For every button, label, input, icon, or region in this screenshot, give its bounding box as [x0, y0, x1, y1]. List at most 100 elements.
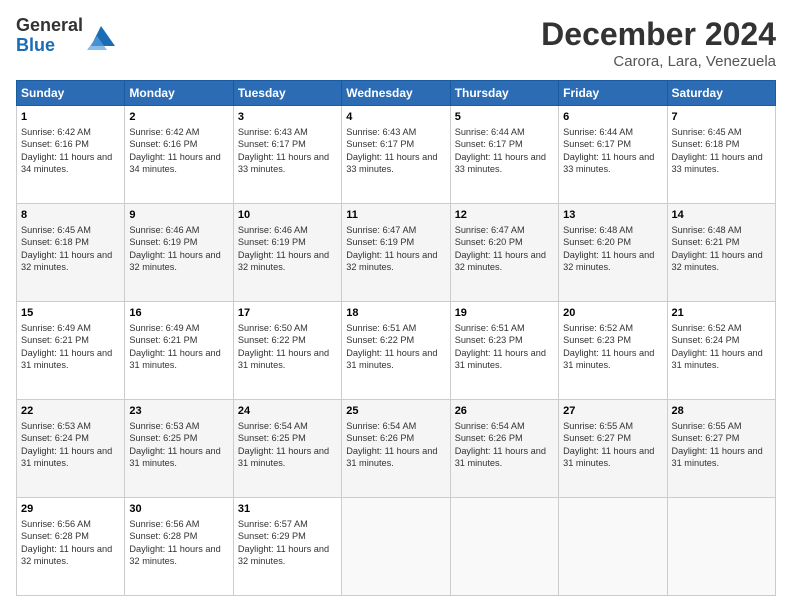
day-number: 16 — [129, 306, 228, 321]
day-number: 17 — [238, 306, 337, 321]
day-info: Sunrise: 6:52 AMSunset: 6:23 PMDaylight:… — [563, 323, 654, 370]
logo-icon — [87, 22, 115, 50]
day-number: 3 — [238, 110, 337, 125]
calendar-cell — [667, 498, 775, 596]
day-info: Sunrise: 6:56 AMSunset: 6:28 PMDaylight:… — [129, 519, 220, 566]
day-number: 12 — [455, 208, 554, 223]
day-info: Sunrise: 6:43 AMSunset: 6:17 PMDaylight:… — [346, 127, 437, 174]
calendar-cell: 30 Sunrise: 6:56 AMSunset: 6:28 PMDayligh… — [125, 498, 233, 596]
day-number: 11 — [346, 208, 445, 223]
day-info: Sunrise: 6:44 AMSunset: 6:17 PMDaylight:… — [563, 127, 654, 174]
calendar-cell — [559, 498, 667, 596]
day-info: Sunrise: 6:55 AMSunset: 6:27 PMDaylight:… — [563, 421, 654, 468]
calendar-header-sunday: Sunday — [17, 81, 125, 106]
calendar-cell: 1Sunrise: 6:42 AMSunset: 6:16 PMDaylight… — [17, 106, 125, 204]
day-info: Sunrise: 6:45 AMSunset: 6:18 PMDaylight:… — [672, 127, 763, 174]
day-number: 23 — [129, 404, 228, 419]
day-number: 6 — [563, 110, 662, 125]
calendar-cell: 18 Sunrise: 6:51 AMSunset: 6:22 PMDayligh… — [342, 302, 450, 400]
day-info: Sunrise: 6:49 AMSunset: 6:21 PMDaylight:… — [129, 323, 220, 370]
day-number: 18 — [346, 306, 445, 321]
calendar-week-row: 1Sunrise: 6:42 AMSunset: 6:16 PMDaylight… — [17, 106, 776, 204]
day-number: 14 — [672, 208, 771, 223]
calendar-cell: 24Sunrise: 6:54 AMSunset: 6:25 PMDayligh… — [233, 400, 341, 498]
calendar-cell: 20 Sunrise: 6:52 AMSunset: 6:23 PMDayligh… — [559, 302, 667, 400]
day-info: Sunrise: 6:51 AMSunset: 6:23 PMDaylight:… — [455, 323, 546, 370]
calendar-header-thursday: Thursday — [450, 81, 558, 106]
day-info: Sunrise: 6:46 AMSunset: 6:19 PMDaylight:… — [129, 225, 220, 272]
calendar-cell: 5Sunrise: 6:44 AMSunset: 6:17 PMDaylight… — [450, 106, 558, 204]
calendar-cell: 3 Sunrise: 6:43 AMSunset: 6:17 PMDaylight… — [233, 106, 341, 204]
calendar-cell: 23 Sunrise: 6:53 AMSunset: 6:25 PMDayligh… — [125, 400, 233, 498]
calendar-table: SundayMondayTuesdayWednesdayThursdayFrid… — [16, 80, 776, 596]
calendar-cell: 9 Sunrise: 6:46 AMSunset: 6:19 PMDaylight… — [125, 204, 233, 302]
day-info: Sunrise: 6:54 AMSunset: 6:26 PMDaylight:… — [455, 421, 546, 468]
calendar-cell: 8Sunrise: 6:45 AMSunset: 6:18 PMDaylight… — [17, 204, 125, 302]
calendar-cell: 12 Sunrise: 6:47 AMSunset: 6:20 PMDayligh… — [450, 204, 558, 302]
day-info: Sunrise: 6:54 AMSunset: 6:26 PMDaylight:… — [346, 421, 437, 468]
calendar-cell: 15Sunrise: 6:49 AMSunset: 6:21 PMDayligh… — [17, 302, 125, 400]
day-number: 2 — [129, 110, 228, 125]
logo-blue: Blue — [16, 36, 83, 56]
calendar-cell: 6 Sunrise: 6:44 AMSunset: 6:17 PMDaylight… — [559, 106, 667, 204]
calendar-cell: 2Sunrise: 6:42 AMSunset: 6:16 PMDaylight… — [125, 106, 233, 204]
calendar-cell: 26 Sunrise: 6:54 AMSunset: 6:26 PMDayligh… — [450, 400, 558, 498]
day-number: 7 — [672, 110, 771, 125]
day-number: 10 — [238, 208, 337, 223]
day-info: Sunrise: 6:45 AMSunset: 6:18 PMDaylight:… — [21, 225, 112, 272]
calendar-cell: 28 Sunrise: 6:55 AMSunset: 6:27 PMDayligh… — [667, 400, 775, 498]
calendar-cell: 16 Sunrise: 6:49 AMSunset: 6:21 PMDayligh… — [125, 302, 233, 400]
day-info: Sunrise: 6:46 AMSunset: 6:19 PMDaylight:… — [238, 225, 329, 272]
day-info: Sunrise: 6:54 AMSunset: 6:25 PMDaylight:… — [238, 421, 329, 468]
day-number: 13 — [563, 208, 662, 223]
day-number: 31 — [238, 502, 337, 517]
day-info: Sunrise: 6:50 AMSunset: 6:22 PMDaylight:… — [238, 323, 329, 370]
calendar-header-monday: Monday — [125, 81, 233, 106]
day-info: Sunrise: 6:53 AMSunset: 6:25 PMDaylight:… — [129, 421, 220, 468]
calendar-cell: 13 Sunrise: 6:48 AMSunset: 6:20 PMDayligh… — [559, 204, 667, 302]
calendar-cell: 22 Sunrise: 6:53 AMSunset: 6:24 PMDayligh… — [17, 400, 125, 498]
day-info: Sunrise: 6:48 AMSunset: 6:20 PMDaylight:… — [563, 225, 654, 272]
day-number: 29 — [21, 502, 120, 517]
calendar-cell: 21 Sunrise: 6:52 AMSunset: 6:24 PMDayligh… — [667, 302, 775, 400]
day-info: Sunrise: 6:44 AMSunset: 6:17 PMDaylight:… — [455, 127, 546, 174]
calendar-cell — [450, 498, 558, 596]
day-number: 15 — [21, 306, 120, 321]
day-info: Sunrise: 6:47 AMSunset: 6:19 PMDaylight:… — [346, 225, 437, 272]
title-block: December 2024 Carora, Lara, Venezuela — [541, 16, 776, 70]
day-number: 28 — [672, 404, 771, 419]
location: Carora, Lara, Venezuela — [541, 53, 776, 70]
day-info: Sunrise: 6:53 AMSunset: 6:24 PMDaylight:… — [21, 421, 112, 468]
calendar-cell: 19 Sunrise: 6:51 AMSunset: 6:23 PMDayligh… — [450, 302, 558, 400]
day-number: 26 — [455, 404, 554, 419]
day-info: Sunrise: 6:43 AMSunset: 6:17 PMDaylight:… — [238, 127, 329, 174]
day-info: Sunrise: 6:52 AMSunset: 6:24 PMDaylight:… — [672, 323, 763, 370]
logo-general: General — [16, 16, 83, 36]
day-number: 30 — [129, 502, 228, 517]
header: General Blue December 2024 Carora, Lara,… — [16, 16, 776, 70]
day-number: 9 — [129, 208, 228, 223]
day-info: Sunrise: 6:42 AMSunset: 6:16 PMDaylight:… — [21, 127, 112, 174]
calendar-cell: 29 Sunrise: 6:56 AMSunset: 6:28 PMDayligh… — [17, 498, 125, 596]
day-number: 27 — [563, 404, 662, 419]
day-number: 22 — [21, 404, 120, 419]
calendar-cell: 4 Sunrise: 6:43 AMSunset: 6:17 PMDaylight… — [342, 106, 450, 204]
day-info: Sunrise: 6:47 AMSunset: 6:20 PMDaylight:… — [455, 225, 546, 272]
calendar-week-row: 29 Sunrise: 6:56 AMSunset: 6:28 PMDayligh… — [17, 498, 776, 596]
calendar-cell: 10 Sunrise: 6:46 AMSunset: 6:19 PMDayligh… — [233, 204, 341, 302]
day-info: Sunrise: 6:56 AMSunset: 6:28 PMDaylight:… — [21, 519, 112, 566]
day-info: Sunrise: 6:51 AMSunset: 6:22 PMDaylight:… — [346, 323, 437, 370]
day-number: 20 — [563, 306, 662, 321]
calendar-week-row: 8Sunrise: 6:45 AMSunset: 6:18 PMDaylight… — [17, 204, 776, 302]
day-info: Sunrise: 6:55 AMSunset: 6:27 PMDaylight:… — [672, 421, 763, 468]
calendar-header-friday: Friday — [559, 81, 667, 106]
calendar-cell: 31Sunrise: 6:57 AMSunset: 6:29 PMDayligh… — [233, 498, 341, 596]
calendar-cell: 17 Sunrise: 6:50 AMSunset: 6:22 PMDayligh… — [233, 302, 341, 400]
day-number: 19 — [455, 306, 554, 321]
day-number: 21 — [672, 306, 771, 321]
day-number: 4 — [346, 110, 445, 125]
calendar-header-row: SundayMondayTuesdayWednesdayThursdayFrid… — [17, 81, 776, 106]
calendar-cell: 14Sunrise: 6:48 AMSunset: 6:21 PMDayligh… — [667, 204, 775, 302]
page: General Blue December 2024 Carora, Lara,… — [0, 0, 792, 612]
logo: General Blue — [16, 16, 115, 56]
